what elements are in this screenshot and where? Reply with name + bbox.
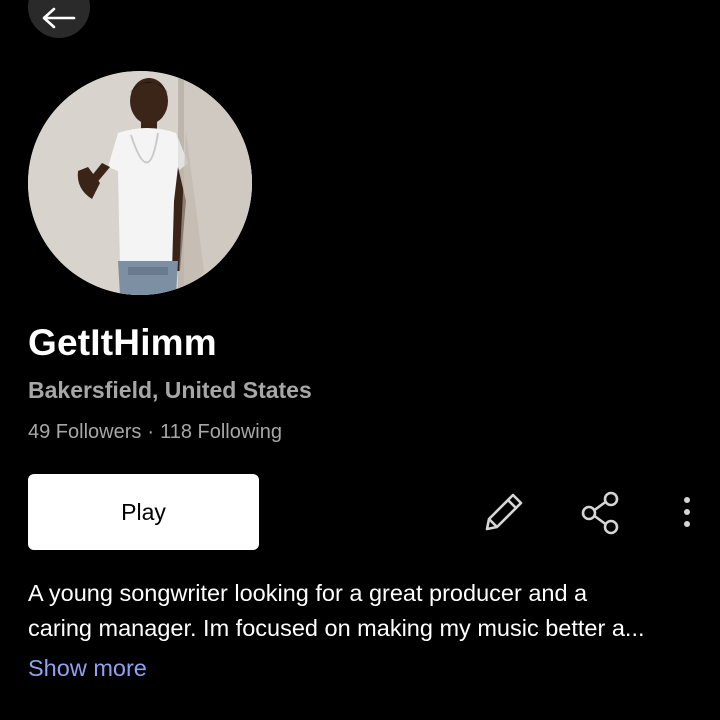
- profile-avatar: [28, 71, 252, 295]
- followers-count[interactable]: 49 Followers: [28, 421, 141, 443]
- bio-line: caring manager. Im focused on making my …: [28, 615, 645, 641]
- more-vertical-icon: [684, 497, 690, 527]
- bio-line: A young songwriter looking for a great p…: [28, 580, 588, 606]
- back-button[interactable]: [28, 0, 90, 38]
- show-more-link[interactable]: Show more: [28, 655, 147, 682]
- edit-button[interactable]: [476, 486, 530, 540]
- more-options-button[interactable]: [672, 490, 702, 534]
- play-button[interactable]: Play: [28, 474, 259, 550]
- share-button[interactable]: [574, 486, 628, 540]
- artist-bio: A young songwriter looking for a great p…: [28, 576, 698, 646]
- artist-name: GetItHimm: [28, 322, 217, 363]
- share-icon: [581, 491, 619, 535]
- artist-location: Bakersfield, United States: [28, 377, 312, 403]
- stats-separator: ·: [147, 421, 155, 443]
- pencil-icon: [485, 493, 523, 531]
- arrow-left-icon: [42, 7, 76, 29]
- avatar-photo: [28, 71, 252, 295]
- following-count[interactable]: 118 Following: [160, 421, 282, 443]
- follow-stats: 49 Followers · 118 Following: [28, 421, 282, 444]
